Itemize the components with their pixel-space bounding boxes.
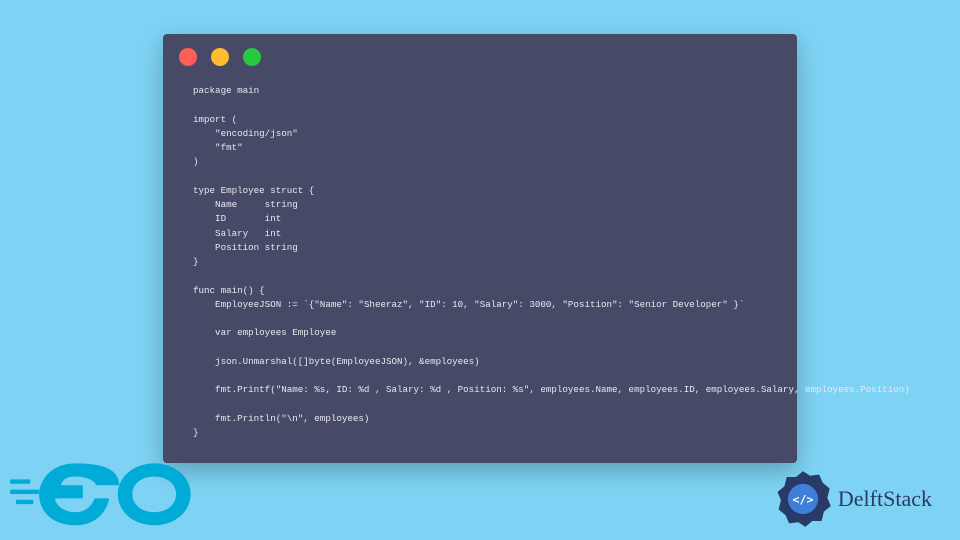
delftstack-logo: </> DelftStack — [774, 470, 932, 528]
go-logo-icon — [10, 455, 195, 530]
window-titlebar — [163, 34, 797, 70]
minimize-icon[interactable] — [211, 48, 229, 66]
delftstack-label: DelftStack — [838, 486, 932, 512]
maximize-icon[interactable] — [243, 48, 261, 66]
code-window: package main import ( "encoding/json" "f… — [163, 34, 797, 463]
close-icon[interactable] — [179, 48, 197, 66]
svg-text:</>: </> — [792, 493, 813, 507]
delftstack-badge-icon: </> — [774, 470, 832, 528]
code-block: package main import ( "encoding/json" "f… — [163, 70, 797, 454]
